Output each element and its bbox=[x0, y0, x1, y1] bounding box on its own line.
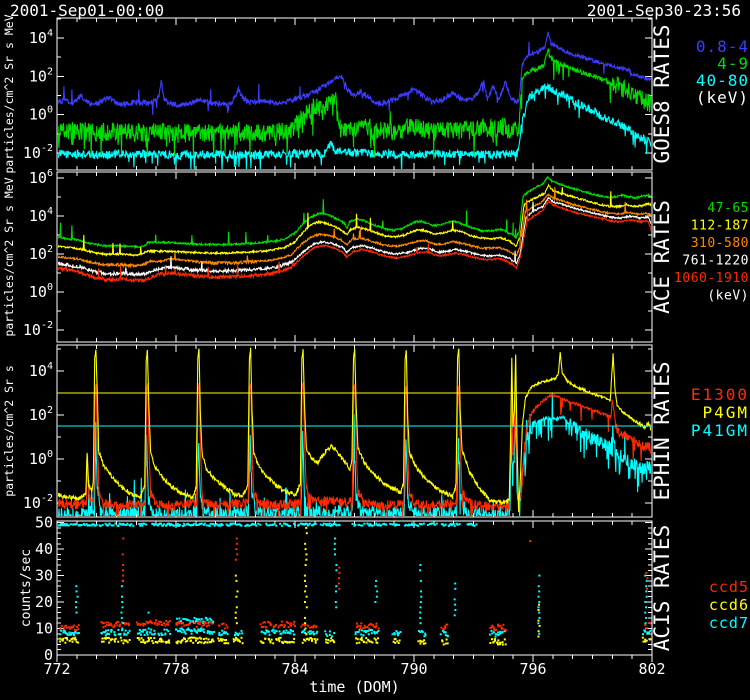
chart-canvas: 10-2 100 102 104 GOES8 RATES particles/cm^2 S… bbox=[0, 0, 750, 700]
y-tick-label: 100 bbox=[29, 105, 53, 124]
legend-label-1060-1910: 1060-1910 bbox=[674, 271, 749, 286]
y-axis-title: particles/cm^2 Sr s bbox=[2, 365, 16, 497]
y-tick-label: 104 bbox=[29, 28, 53, 47]
legend-label--keV-: (keV) bbox=[696, 88, 749, 107]
legend-label-P41GM: P41GM bbox=[691, 421, 749, 440]
start-timestamp: 2001-Sep01-00:00 bbox=[10, 1, 164, 20]
panel-ephin: 10-2 100 102 104 EPHIN RATES particles/cm^2 S… bbox=[2, 345, 749, 541]
y-tick-label: 100 bbox=[29, 449, 53, 468]
panel-right-title: ACE RATES bbox=[650, 200, 674, 314]
legend-label-P4GM: P4GM bbox=[702, 403, 749, 422]
legend-label-310-580: 310-580 bbox=[691, 236, 749, 251]
legend-label-761-1220: 761-1220 bbox=[682, 254, 749, 269]
y-tick-label: 104 bbox=[29, 206, 53, 225]
legend-label-E1300: E1300 bbox=[691, 385, 749, 404]
y-axis-title: counts/sec bbox=[19, 549, 34, 627]
legend-label-ccd5: ccd5 bbox=[709, 578, 749, 596]
y-tick-label: 102 bbox=[29, 244, 53, 263]
x-tick-label: 778 bbox=[162, 660, 189, 678]
y-tick-label: 20 bbox=[35, 593, 53, 611]
series-310-580 bbox=[57, 187, 652, 267]
x-tick-label: 772 bbox=[43, 660, 70, 678]
y-tick-label: 40 bbox=[35, 540, 53, 558]
legend-label-ccd6: ccd6 bbox=[709, 596, 749, 614]
y-tick-label: 10-2 bbox=[23, 143, 53, 162]
x-tick-label: 790 bbox=[400, 660, 427, 678]
legend-label-ccd7: ccd7 bbox=[709, 614, 749, 632]
y-tick-label: 30 bbox=[35, 567, 53, 585]
legend-label-112-187: 112-187 bbox=[691, 219, 749, 234]
y-axis-title: particles/cm^2 Sr s MeV bbox=[2, 14, 16, 173]
panel-right-title: ACIS RATES bbox=[650, 525, 674, 651]
y-axis-title: particles/cm^2 Sr s MeV bbox=[2, 177, 16, 336]
legend-label-47-65: 47-65 bbox=[707, 201, 749, 216]
series-47-65 bbox=[57, 176, 652, 247]
x-tick-label: 796 bbox=[519, 660, 546, 678]
x-tick-label: 784 bbox=[281, 660, 308, 678]
panel-goes8: 10-2 100 102 104 GOES8 RATES particles/cm^2 S… bbox=[2, 14, 749, 173]
y-tick-label: 102 bbox=[29, 66, 53, 85]
y-tick-label: 102 bbox=[29, 405, 53, 424]
panel-acis: 01020304050ACIS RATEScounts/secccd5ccd6c… bbox=[19, 514, 749, 664]
x-axis-label: time (DOM) bbox=[57, 678, 652, 696]
y-tick-label: 10-2 bbox=[23, 493, 53, 512]
legend-label--keV-: (keV) bbox=[707, 289, 749, 304]
y-tick-label: 100 bbox=[29, 282, 53, 301]
end-timestamp: 2001-Sep30-23:56 bbox=[587, 1, 741, 20]
panel-ace: 10-2 100 102 104 106 ACE RATES particles/cm^2 … bbox=[2, 168, 749, 342]
radiation-monitor-screen: 10-2 100 102 104 GOES8 RATES particles/cm^2 S… bbox=[0, 0, 750, 700]
y-tick-label: 10 bbox=[35, 620, 53, 638]
y-tick-label: 10-2 bbox=[23, 320, 53, 339]
y-tick-label: 106 bbox=[29, 168, 53, 187]
series-1060-1910 bbox=[57, 200, 652, 282]
x-tick-label: 802 bbox=[638, 660, 665, 678]
panel-right-title: EPHIN RATES bbox=[650, 361, 674, 500]
y-tick-label: 104 bbox=[29, 361, 53, 380]
panel-right-title: GOES8 RATES bbox=[650, 24, 674, 163]
y-tick-label: 50 bbox=[35, 514, 53, 532]
